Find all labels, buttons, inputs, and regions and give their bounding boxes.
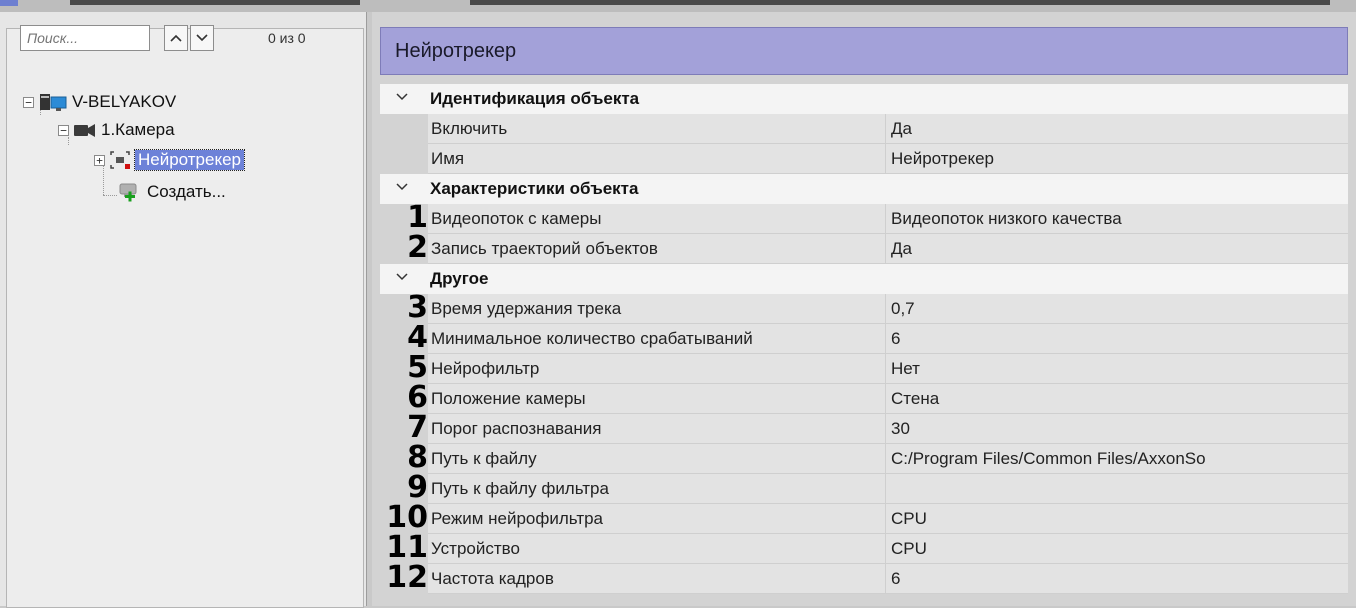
camera-icon	[74, 124, 95, 137]
property-value[interactable]: Да	[885, 234, 1348, 264]
collapse-icon[interactable]: −	[23, 96, 34, 108]
property-name: Имя	[428, 144, 885, 174]
property-name: Путь к файлу	[428, 444, 885, 474]
server-label: V-BELYAKOV	[72, 92, 177, 111]
property-name: Нейрофильтр	[428, 354, 885, 384]
property-row[interactable]: 7 Порог распознавания 30	[380, 411, 1348, 445]
category-identification[interactable]: Идентификация объекта	[380, 84, 1348, 114]
property-value[interactable]: Нейротрекер	[885, 144, 1348, 174]
property-name: Порог распознавания	[428, 414, 885, 444]
property-row[interactable]: 10 Режим нейрофильтра CPU	[380, 501, 1348, 535]
expand-icon[interactable]: +	[94, 154, 105, 166]
search-input[interactable]	[20, 25, 150, 51]
property-row[interactable]: 9 Путь к файлу фильтра	[380, 471, 1348, 505]
add-object-icon	[119, 183, 137, 202]
property-value[interactable]: 6	[885, 564, 1348, 594]
tree-item-create[interactable]: Создать...	[117, 179, 226, 205]
property-name: Включить	[428, 114, 885, 144]
panel-title: Нейротрекер	[395, 40, 517, 62]
property-value[interactable]: CPU	[885, 504, 1348, 534]
property-name: Видеопоток с камеры	[428, 204, 885, 234]
property-row[interactable]: 8 Путь к файлу C:/Program Files/Common F…	[380, 441, 1348, 475]
category-characteristics[interactable]: Характеристики объекта	[380, 174, 1348, 204]
toolbar-segment	[70, 0, 360, 5]
property-row[interactable]: 11 Устройство CPU	[380, 531, 1348, 565]
property-name: Путь к файлу фильтра	[428, 474, 885, 504]
property-value[interactable]: Стена	[885, 384, 1348, 414]
search-next-button[interactable]	[190, 25, 214, 51]
property-value[interactable]: C:/Program Files/Common Files/AxxonSo	[885, 444, 1348, 474]
object-tree-frame	[6, 28, 364, 608]
property-row[interactable]: 12 Частота кадров 6	[380, 560, 1348, 595]
server-icon	[40, 94, 67, 111]
property-value[interactable]: Нет	[885, 354, 1348, 384]
property-row[interactable]: Включить Да	[380, 114, 1348, 144]
property-value[interactable]: 0,7	[885, 294, 1348, 324]
chevron-down-icon	[396, 183, 408, 191]
property-value[interactable]	[885, 474, 1348, 504]
property-value[interactable]: CPU	[885, 534, 1348, 564]
property-name: Время удержания трека	[428, 294, 885, 324]
property-name: Минимальное количество срабатываний	[428, 324, 885, 354]
tree-connector	[103, 195, 117, 196]
property-value[interactable]: 6	[885, 324, 1348, 354]
property-value[interactable]: 30	[885, 414, 1348, 444]
panel-header: Нейротрекер	[380, 27, 1348, 75]
property-row[interactable]: 6 Положение камеры Стена	[380, 381, 1348, 415]
search-counter: 0 из 0	[268, 30, 306, 46]
category-title: Характеристики объекта	[430, 179, 639, 198]
chevron-down-icon	[196, 34, 208, 42]
callout-number: 2	[407, 230, 428, 265]
property-name: Положение камеры	[428, 384, 885, 414]
property-name: Запись траекторий объектов	[428, 234, 885, 264]
chevron-down-icon	[396, 93, 408, 101]
property-row[interactable]: 1 Видеопоток с камеры Видеопоток низкого…	[380, 201, 1348, 235]
property-row[interactable]: 4 Минимальное количество срабатываний 6	[380, 321, 1348, 355]
category-other[interactable]: Другое	[380, 264, 1348, 294]
property-name: Частота кадров	[428, 564, 885, 594]
neurotracker-label: Нейротрекер	[134, 149, 245, 171]
top-toolbar-strip	[0, 0, 1356, 12]
create-label: Создать...	[147, 182, 226, 201]
property-name: Устройство	[428, 534, 885, 564]
category-title: Другое	[430, 269, 489, 288]
toolbar-accent	[0, 0, 18, 6]
callout-number: 12	[386, 560, 428, 595]
camera-label: 1.Камера	[101, 120, 175, 139]
category-title: Идентификация объекта	[430, 89, 640, 108]
chevron-down-icon	[396, 273, 408, 281]
property-row[interactable]: 3 Время удержания трека 0,7	[380, 291, 1348, 325]
tracker-icon	[110, 151, 130, 169]
search-prev-button[interactable]	[164, 25, 188, 51]
property-name: Режим нейрофильтра	[428, 504, 885, 534]
property-row[interactable]: Имя Нейротрекер	[380, 144, 1348, 174]
property-row[interactable]: 5 Нейрофильтр Нет	[380, 351, 1348, 385]
tree-item-camera[interactable]: − 1.Камера	[58, 117, 175, 143]
property-row[interactable]: 2 Запись траекторий объектов Да	[380, 230, 1348, 265]
collapse-icon[interactable]: −	[58, 124, 69, 136]
property-value[interactable]: Да	[885, 114, 1348, 144]
tree-item-server[interactable]: − V-BELYAKOV	[23, 89, 176, 115]
properties-panel: Нейротрекер Идентификация объекта Включи…	[372, 12, 1356, 606]
chevron-up-icon	[170, 34, 182, 42]
tree-item-neurotracker[interactable]: + Нейротрекер	[94, 147, 245, 173]
toolbar-segment	[470, 0, 1330, 5]
property-value[interactable]: Видеопоток низкого качества	[885, 204, 1348, 234]
